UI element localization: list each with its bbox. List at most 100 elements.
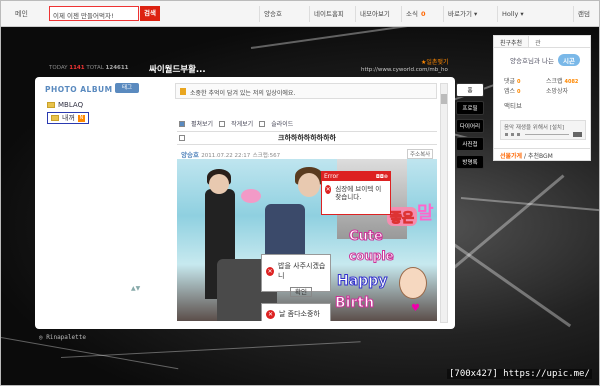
notice-bar: 소중한 추억이 담겨 있는 저의 일상이에요. [175,83,437,99]
player-controls[interactable] [505,132,583,137]
mid-ok-button[interactable]: 확인 [290,287,312,297]
stat-value: 0 [516,89,521,95]
main-panel: PHOTO ALBUM 태그 MBLAQ 내꺼 N ▲▼ 소중한 추억이 담겨 … [35,77,455,329]
error-icon: ✕ [266,266,275,276]
select-all-checkbox[interactable] [179,120,185,127]
stat-comments[interactable]: 댓글 0 [504,76,520,85]
nav-user[interactable]: 양승호 [259,6,286,22]
nav-collection-label: 내모아보기 [360,10,390,18]
error-title: Error [324,173,339,180]
view-small[interactable]: 작게보기 [231,119,253,128]
window-buttons[interactable]: ◘◘⊗ [376,173,388,182]
sticker-word: 말 [417,203,434,224]
window: 메인 이제 이젠 만들어먹자! 검색 양승호 네이트홈피 내모아보기 소식 0 바… [0,0,600,386]
fake-dialog-mid: ✕ 밥을 사주시겠습니 확인 [261,254,331,297]
stat-scrap[interactable]: 스크랩 4082 [546,76,578,85]
nav-collection[interactable]: 내모아보기 [355,6,394,22]
sidebar-tabs: 친구추천 관 [494,36,590,48]
friend-relation-text: 양승호님과 나는 [510,57,554,65]
skin-credit: ◎ Rinapalette [39,334,86,341]
view-slide[interactable]: 슬라이드 [271,119,293,128]
page-title: 싸이월드부활... [149,65,206,75]
stat-value: 4082 [564,79,579,85]
view-expand[interactable]: 펼쳐보기 [191,119,213,128]
recommend-bgm-link[interactable]: 추천BGM [528,153,553,160]
view-options: 펼쳐보기 작게보기 슬라이드 [179,119,293,128]
folder-scroll-arrows[interactable]: ▲▼ [131,285,140,292]
menu-guestbook[interactable]: 방명록 [456,155,484,169]
nav-user-label: 양승호 [264,10,282,18]
stat-wishbox[interactable]: 소망상자 [546,86,568,95]
add-friend-link[interactable]: ★일촌맺기 [421,57,448,66]
view-slide-checkbox[interactable] [259,120,266,127]
visit-counter: TODAY 1141 TOTAL 124611 [49,65,129,71]
active-label: 액티브 [504,102,522,110]
tab-friend-recommend[interactable]: 친구추천 [494,36,530,47]
error-icon: ✕ [325,185,332,194]
player-install-text[interactable]: 음악 재생을 위해서 [설치] [504,125,564,131]
album-title: PHOTO ALBUM [45,85,113,94]
copy-url-button[interactable]: 주소복사 [407,149,434,159]
chevron-down-icon: ▾ [520,10,524,18]
folder-label: MBLAQ [58,101,84,109]
new-badge: N [77,114,85,122]
error-icon: ✕ [266,309,275,319]
heart-icon: ♥ [411,303,420,314]
stat-label: 소망상자 [546,88,569,95]
friend-relation: 양승호님과 나는 시곤 [510,54,580,66]
notice-text: 소중한 추억이 담겨 있는 저의 일상이에요. [190,90,296,97]
speaker-icon [180,88,186,95]
nav-random[interactable]: 랜덤 [573,6,594,22]
sticker-happy: Happy [336,273,388,290]
sticker-birth: Birth [334,295,375,312]
scroll-thumb[interactable] [441,94,447,104]
tab-relation[interactable]: 관 [529,36,547,47]
nav-news-label: 소식 [406,10,418,18]
fake-error-dialog: Error ◘◘⊗ ✕ 심장에 브이텍 이 찾습니다. [321,171,391,215]
folder-mine[interactable]: 내꺼 N [47,112,89,124]
nav-nate-homepage-label: 네이트홈피 [314,10,344,18]
folder-label: 내꺼 [62,114,75,122]
tag-button[interactable]: 태그 [115,83,139,93]
music-player: 음악 재생을 위해서 [설치] [500,120,586,140]
menu-profile[interactable]: 프로필 [456,101,484,115]
menu-diary[interactable]: 다이어리 [456,119,484,133]
folder-icon [47,102,55,108]
skin-credit-text: Rinapalette [46,334,86,341]
sticker-good: 좋은 [387,207,417,227]
nav-shortcuts-label: 바로가기 [448,10,472,18]
vertical-scrollbar[interactable] [440,83,448,323]
homepage-url[interactable]: http://www.cyworld.com/mb_ho [361,67,448,73]
stat-apps[interactable]: 앱스 0 [504,86,520,95]
nav-shortcuts[interactable]: 바로가기 ▾ [443,6,481,22]
chevron-down-icon: ▾ [474,10,478,18]
menu-photo[interactable]: 사진첩 [456,137,484,151]
top-navbar: 메인 이제 이젠 만들어먹자! 검색 양승호 네이트홈피 내모아보기 소식 0 바… [1,1,599,27]
folder-icon [51,115,59,121]
friend-sidebar: 친구추천 관 양승호님과 나는 시곤 댓글 0 스크랩 4082 앱스 0 소망… [493,35,591,161]
sticker-cute: Cute [349,229,384,245]
error-message: 심장에 브이텍 이 찾습니다. [335,185,382,201]
folder-mblaq[interactable]: MBLAQ [47,101,83,109]
watermark: [700x427] https://upic.me/ [447,369,592,379]
search-button[interactable]: 검색 [140,6,160,21]
gift-shop-link[interactable]: 선물가게 [500,153,522,160]
search-input[interactable]: 이제 이젠 만들어먹자! [49,6,139,21]
total-value: 124611 [105,65,129,71]
today-label: TODAY [49,65,68,71]
author-name[interactable]: 양승호 [181,151,199,159]
total-label: TOTAL [86,65,104,71]
error-body: ✕ 심장에 브이텍 이 찾습니다. [322,181,390,205]
bow-sticker [241,189,261,203]
view-small-checkbox[interactable] [219,120,226,127]
nav-nate-homepage[interactable]: 네이트홈피 [309,6,348,22]
post-author: 양승호 2011.07.22 22:17 스크랩:567 [181,149,280,159]
news-count-badge: 0 [420,10,426,18]
nav-news[interactable]: 소식 0 [401,6,430,22]
nav-account[interactable]: Holly ▾ [497,6,547,22]
home-link[interactable]: 메인 [15,9,28,19]
fake-dialog-low: ✕ 날 좀다소중하 [261,303,331,321]
menu-home[interactable]: 홈 [456,83,484,97]
stat-value: 0 [516,79,521,85]
stat-label: 스크랩 [546,78,563,85]
